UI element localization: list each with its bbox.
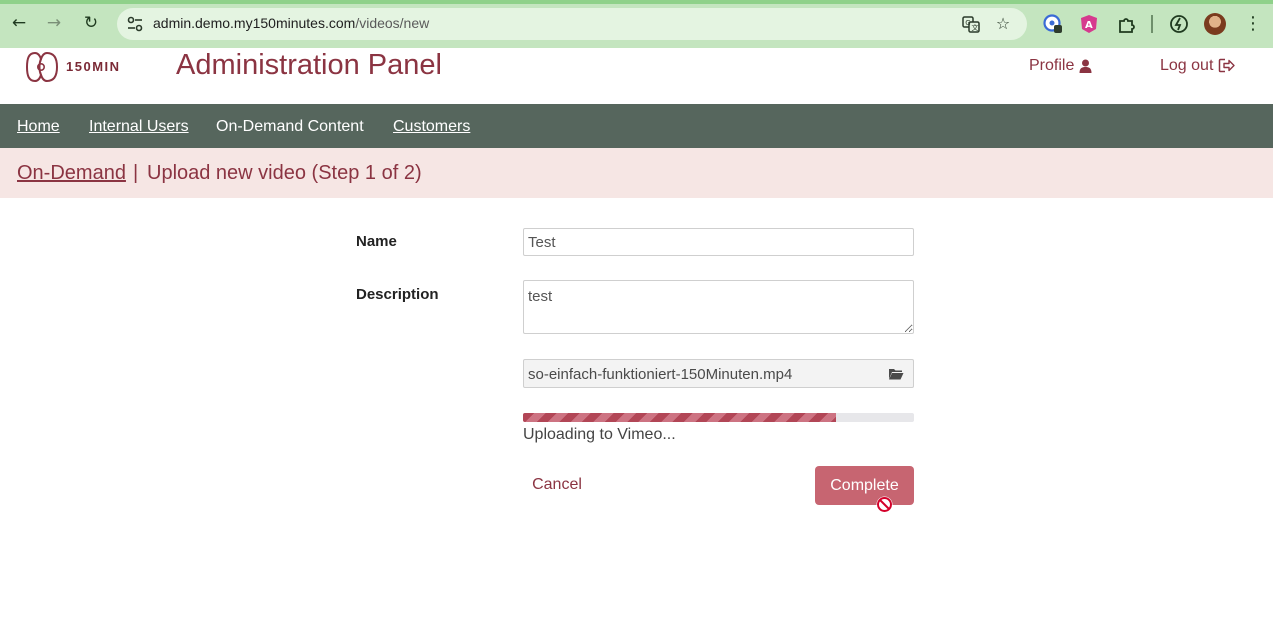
file-name: so-einfach-funktioniert-150Minuten.mp4	[528, 366, 793, 383]
breadcrumb: On-Demand | Upload new video (Step 1 of …	[0, 148, 1273, 198]
url-host: admin.demo.my150minutes.com	[153, 15, 356, 31]
profile-label: Profile	[1029, 57, 1075, 74]
file-picker[interactable]: so-einfach-funktioniert-150Minuten.mp4	[523, 359, 914, 388]
name-field[interactable]	[523, 228, 914, 256]
reload-icon[interactable]: ↻	[80, 12, 102, 34]
toolbar-separator	[1151, 15, 1153, 33]
logout-label: Log out	[1160, 57, 1214, 74]
address-bar[interactable]: admin.demo.my150minutes.com/videos/new G…	[117, 8, 1027, 40]
sign-out-icon	[1219, 59, 1236, 73]
breadcrumb-current: Upload new video (Step 1 of 2)	[147, 162, 422, 184]
complete-button[interactable]: Complete	[815, 466, 914, 505]
site-header: 150MIN Administration Panel Profile Log …	[0, 48, 1273, 104]
description-field[interactable]: test	[523, 280, 914, 334]
svg-text:G: G	[965, 19, 970, 27]
browser-tab-strip-edge	[0, 0, 1273, 4]
sync-icon[interactable]	[1168, 13, 1190, 35]
translate-icon[interactable]: G 文	[961, 14, 981, 34]
logo-text: 150MIN	[66, 59, 121, 74]
nav-item-internal-users[interactable]: Internal Users	[89, 118, 189, 136]
angular-extension-icon[interactable]: A	[1078, 13, 1100, 35]
svg-text:文: 文	[972, 23, 979, 32]
user-icon	[1079, 59, 1092, 73]
back-arrow-icon[interactable]: ←	[8, 12, 30, 34]
logo[interactable]: 150MIN	[24, 50, 124, 84]
upload-status: Uploading to Vimeo...	[523, 426, 676, 443]
browser-toolbar: ← → ↻ admin.demo.my150minutes.com/videos…	[0, 0, 1273, 48]
nav-item-customers[interactable]: Customers	[393, 118, 470, 136]
profile-link[interactable]: Profile	[1029, 57, 1092, 75]
puzzle-extensions-icon[interactable]	[1115, 13, 1137, 35]
svg-text:A: A	[1085, 20, 1093, 31]
not-allowed-cursor-icon	[876, 496, 893, 513]
nav-item-on-demand-content[interactable]: On-Demand Content	[216, 118, 364, 136]
breadcrumb-link-on-demand[interactable]: On-Demand	[17, 162, 126, 185]
bookmark-star-icon[interactable]: ☆	[993, 14, 1013, 34]
nav-item-home[interactable]: Home	[17, 118, 60, 136]
page-title: Administration Panel	[176, 49, 442, 81]
upload-progress-bar	[523, 413, 914, 422]
logout-link[interactable]: Log out	[1160, 57, 1236, 75]
forward-arrow-icon[interactable]: →	[43, 12, 65, 34]
logo-mark-icon	[26, 51, 59, 83]
extension-icon[interactable]	[1042, 13, 1064, 35]
site-settings-icon[interactable]	[126, 15, 144, 33]
folder-open-icon[interactable]	[888, 367, 904, 381]
address-url[interactable]: admin.demo.my150minutes.com/videos/new	[153, 15, 429, 31]
main-navigation: Home Internal Users On-Demand Content Cu…	[0, 104, 1273, 148]
description-label: Description	[356, 286, 439, 303]
profile-avatar[interactable]	[1204, 13, 1226, 35]
cancel-button[interactable]: Cancel	[523, 466, 591, 504]
url-path: /videos/new	[355, 15, 430, 31]
more-menu-icon[interactable]: ⋮	[1244, 12, 1262, 36]
upload-progress-fill	[523, 413, 836, 422]
name-label: Name	[356, 233, 397, 250]
breadcrumb-separator: |	[133, 162, 139, 184]
